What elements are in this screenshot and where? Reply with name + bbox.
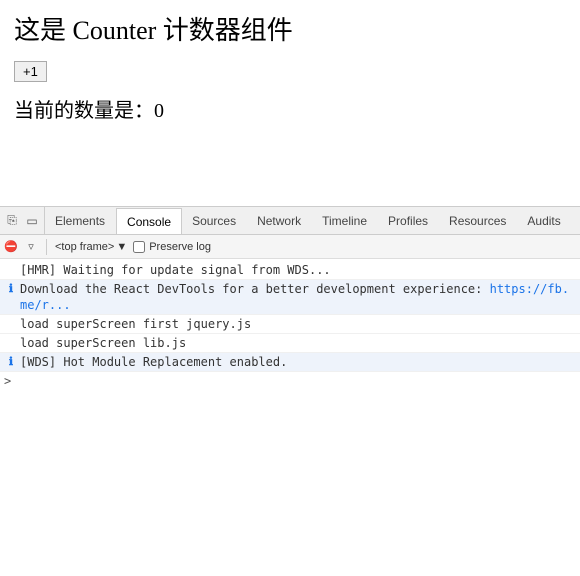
devtools-toolbar: ⎘ ▭ Elements Console Sources Network Tim…: [0, 207, 580, 235]
console-line-0: [HMR] Waiting for update signal from WDS…: [0, 261, 580, 280]
prompt-icon: >: [4, 374, 11, 388]
counter-display: 当前的数量是：0: [14, 94, 566, 123]
toolbar-separator: [46, 239, 47, 255]
filter-icon[interactable]: ▿: [24, 240, 38, 254]
console-text-2: load superScreen first jquery.js: [20, 316, 576, 332]
page-title: 这是 Counter 计数器组件: [14, 10, 566, 47]
console-secondary-toolbar: ⛔ ▿ <top frame> ▼ Preserve log: [0, 235, 580, 259]
tab-profiles[interactable]: Profiles: [378, 207, 439, 234]
device-icon[interactable]: ▭: [24, 213, 40, 229]
inspect-icon[interactable]: ⎘: [4, 213, 20, 229]
frame-label: <top frame>: [55, 241, 114, 253]
devtools-link[interactable]: https://fb.me/r...: [20, 282, 569, 312]
increment-button[interactable]: +1: [14, 61, 47, 82]
devtools-panel: ⎘ ▭ Elements Console Sources Network Tim…: [0, 206, 580, 576]
main-content: 这是 Counter 计数器组件 +1 当前的数量是：0: [0, 0, 580, 141]
console-line-2: load superScreen first jquery.js: [0, 315, 580, 334]
tab-console[interactable]: Console: [116, 208, 182, 234]
tab-sources[interactable]: Sources: [182, 207, 247, 234]
clear-console-icon[interactable]: ⛔: [4, 240, 18, 254]
tab-audits[interactable]: Audits: [517, 207, 571, 234]
console-text-4: [WDS] Hot Module Replacement enabled.: [20, 354, 576, 370]
devtools-tabs: Elements Console Sources Network Timelin…: [45, 207, 580, 234]
console-line-3: load superScreen lib.js: [0, 334, 580, 353]
tab-resources[interactable]: Resources: [439, 207, 517, 234]
console-output: [HMR] Waiting for update signal from WDS…: [0, 259, 580, 576]
tab-elements[interactable]: Elements: [45, 207, 116, 234]
tab-network[interactable]: Network: [247, 207, 312, 234]
console-text-3: load superScreen lib.js: [20, 335, 576, 351]
preserve-log-control[interactable]: Preserve log: [133, 241, 211, 253]
counter-label: 当前的数量是：: [14, 100, 154, 122]
preserve-log-label: Preserve log: [149, 241, 211, 253]
console-line-4: ℹ [WDS] Hot Module Replacement enabled.: [0, 353, 580, 372]
preserve-log-checkbox[interactable]: [133, 241, 145, 253]
counter-value: 0: [154, 100, 164, 122]
frame-dropdown-icon: ▼: [116, 241, 127, 253]
console-icon-4: ℹ: [4, 354, 18, 370]
console-prompt[interactable]: >: [0, 372, 580, 390]
console-line-1: ℹ Download the React DevTools for a bett…: [0, 280, 580, 315]
frame-selector[interactable]: <top frame> ▼: [55, 241, 127, 253]
console-text-1: Download the React DevTools for a better…: [20, 281, 576, 313]
devtools-left-icons: ⎘ ▭: [0, 207, 45, 234]
console-icon-1: ℹ: [4, 281, 18, 297]
console-text-0: [HMR] Waiting for update signal from WDS…: [20, 262, 576, 278]
tab-timeline[interactable]: Timeline: [312, 207, 378, 234]
